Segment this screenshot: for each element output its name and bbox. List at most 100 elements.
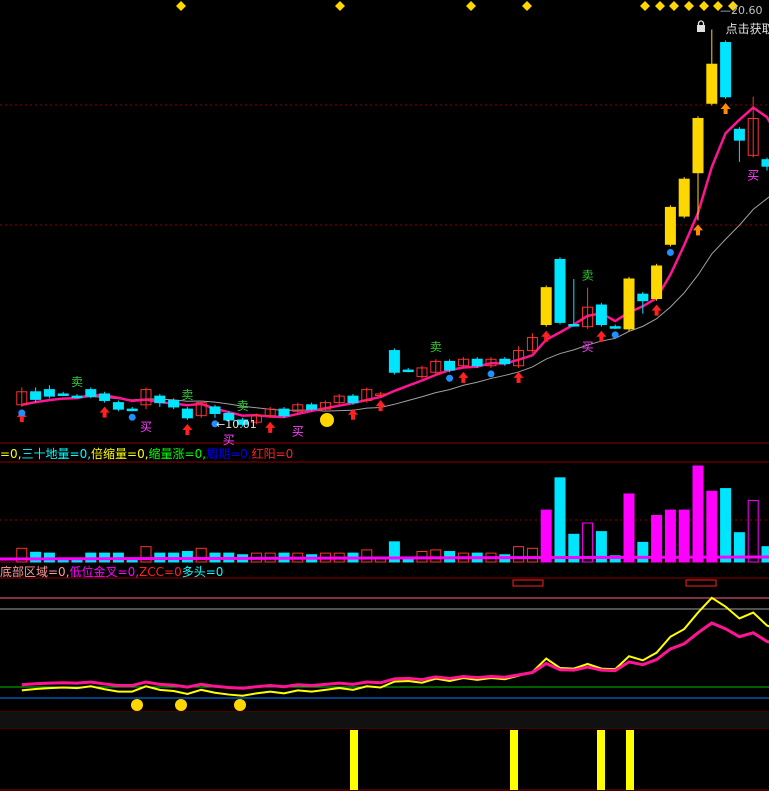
buy-label: 买 xyxy=(223,433,235,447)
signal-bar xyxy=(597,730,605,790)
smiley-icon xyxy=(234,699,246,711)
candle-body xyxy=(471,358,483,367)
volume-bar xyxy=(720,488,732,563)
zcc-marker xyxy=(685,579,717,587)
indicator-fast-line xyxy=(21,596,769,697)
candle-body xyxy=(71,395,83,399)
top-signal-markers xyxy=(176,1,738,11)
candle-body xyxy=(43,389,55,397)
up-arrow-icon xyxy=(693,224,703,236)
candle-body xyxy=(168,399,180,408)
sell-label: 卖 xyxy=(237,399,249,413)
diamond-marker xyxy=(655,1,665,11)
volume-legend: =0,三十地量=0,倍缩量=0,缩量涨=0,周期=0,红阳=0 xyxy=(0,447,293,461)
candle-body xyxy=(112,402,124,410)
volume-ma-line xyxy=(0,555,769,561)
low-price-label: ←10.01 xyxy=(216,418,257,431)
sell-label: 卖 xyxy=(430,340,442,354)
candle-body xyxy=(126,408,138,412)
candle-body xyxy=(85,389,97,397)
legend-item: 低位金叉=0, xyxy=(69,565,140,579)
candle-body xyxy=(664,206,676,245)
chart-stage[interactable]: 买买买买买卖卖卖卖卖 ←10.01 xyxy=(0,0,769,791)
candle-body xyxy=(609,326,621,329)
up-arrow-icon xyxy=(375,400,386,412)
volume-bar xyxy=(30,551,42,563)
volume-panel[interactable] xyxy=(0,465,769,563)
buy-label: 买 xyxy=(747,169,759,183)
legend-item: 缩量涨=0, xyxy=(148,447,207,461)
buy-label: 买 xyxy=(140,420,152,434)
diamond-marker xyxy=(335,1,345,11)
legend-item: ZCC=0 xyxy=(139,565,182,579)
legend-item: 红阳=0 xyxy=(251,447,294,461)
zcc-marker xyxy=(512,579,544,587)
sell-label: 卖 xyxy=(582,269,594,283)
up-arrow-icon xyxy=(182,423,193,435)
candle-body xyxy=(540,287,552,326)
sell-label: 卖 xyxy=(181,388,193,402)
signal-dot xyxy=(666,248,674,256)
candle-body xyxy=(623,278,635,330)
up-arrow-icon xyxy=(265,421,276,433)
diamond-marker xyxy=(466,1,476,11)
panel-gap xyxy=(0,712,769,728)
diamond-marker xyxy=(522,1,532,11)
signal-dot xyxy=(18,409,26,417)
legend-item: 倍缩量=0, xyxy=(91,447,149,461)
smiley-icon xyxy=(175,699,187,711)
volume-bar xyxy=(540,509,552,563)
candle-body xyxy=(499,358,511,365)
candle-body xyxy=(733,128,745,141)
volume-bar xyxy=(637,541,649,563)
volume-bar xyxy=(664,509,676,563)
candle-body xyxy=(99,393,111,401)
candle-body xyxy=(347,395,359,404)
volume-bar xyxy=(513,546,525,563)
volume-bar xyxy=(554,477,566,563)
up-arrow-icon xyxy=(513,371,524,383)
candle-body xyxy=(761,159,769,167)
candle-body xyxy=(181,408,193,419)
candlestick-series[interactable] xyxy=(16,29,769,427)
volume-bar xyxy=(678,509,690,563)
info-tooltip[interactable]: 点击获取 xyxy=(718,20,769,37)
legend-item: 周期=0, xyxy=(206,447,252,461)
diamond-marker xyxy=(669,1,679,11)
signal-dot xyxy=(611,331,619,339)
candle-body xyxy=(637,293,649,302)
up-arrow-icon xyxy=(720,102,731,114)
buy-label: 买 xyxy=(292,424,304,438)
signal-bar xyxy=(350,730,358,790)
candle-body xyxy=(595,304,607,326)
indicator-panel[interactable] xyxy=(0,579,769,711)
diamond-marker xyxy=(699,1,709,11)
legend-item: 三十地量=0, xyxy=(21,447,92,461)
volume-bar xyxy=(361,549,373,563)
signal-dot xyxy=(487,370,495,378)
volume-bar xyxy=(623,493,635,563)
legend-item: 多头=0 xyxy=(181,565,224,579)
bottom-signal-bars xyxy=(350,730,634,790)
candle-body xyxy=(568,324,580,327)
candle-body xyxy=(278,408,290,417)
sell-label: 卖 xyxy=(71,375,83,389)
candle-body xyxy=(692,117,704,174)
signal-bar xyxy=(626,730,634,790)
candle-body xyxy=(706,63,718,104)
legend-item: =0, xyxy=(0,447,22,461)
diamond-marker xyxy=(684,1,694,11)
indicator-legend: 底部区域=0,低位金叉=0,ZCC=0多头=0 xyxy=(0,565,223,579)
candle-body xyxy=(154,395,166,404)
candle-body xyxy=(57,393,69,396)
candle-body xyxy=(554,258,566,323)
candle-body xyxy=(678,178,690,217)
volume-bar xyxy=(761,546,769,563)
candle-body xyxy=(720,42,732,98)
candle-body xyxy=(651,265,663,300)
candle-body xyxy=(306,404,318,410)
smiley-icon xyxy=(131,699,143,711)
volume-bar xyxy=(430,549,442,563)
candle-body xyxy=(444,360,456,371)
legend-item: 底部区域=0, xyxy=(0,565,70,579)
